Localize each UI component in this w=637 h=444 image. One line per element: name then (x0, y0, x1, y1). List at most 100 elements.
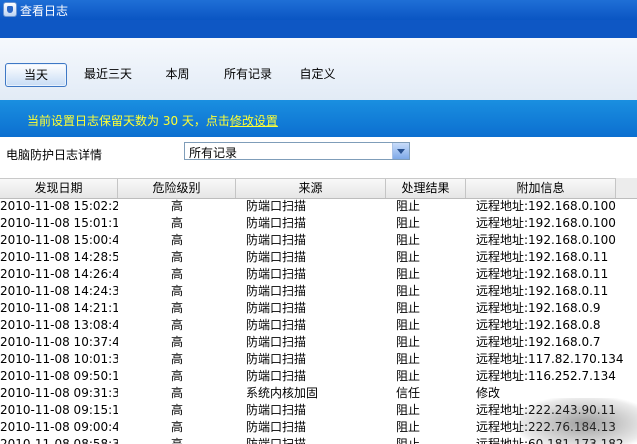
row-info: 远程地址:117.82.170.134 (476, 352, 624, 366)
date-range-toolbar: 当天 最近三天 本周 所有记录 自定义 (0, 38, 637, 101)
row-level: 高 (170, 352, 183, 366)
row-result: 阻止 (396, 233, 421, 247)
row-level: 高 (170, 420, 183, 434)
table-row[interactable]: 2010-11-08 14:26:49 高 防端口扫描 阻止 远程地址:192.168.… (0, 266, 637, 283)
row-info: 远程地址:192.168.0.100 (476, 199, 616, 213)
row-info: 远程地址:116.252.7.134 (476, 369, 616, 383)
row-level: 高 (170, 216, 183, 230)
row-result: 阻止 (396, 284, 421, 298)
row-result: 阻止 (396, 216, 421, 230)
log-filter-value: 所有记录 (189, 146, 238, 160)
log-filter-select[interactable]: 所有记录 (184, 142, 410, 160)
row-level: 高 (170, 335, 183, 349)
row-info: 远程地址:192.168.0.11 (476, 267, 609, 281)
table-row[interactable]: 2010-11-08 14:21:12 高 防端口扫描 阻止 远程地址:192.168.… (0, 300, 637, 317)
row-result: 阻止 (396, 437, 421, 444)
tab-custom[interactable]: 自定义 (295, 63, 340, 85)
column-header-result[interactable]: 处理结果 (386, 179, 466, 198)
row-date: 2010-11-08 15:00:44 (0, 233, 118, 247)
row-date: 2010-11-08 10:37:49 (0, 335, 118, 349)
row-result: 阻止 (396, 420, 421, 434)
row-level: 高 (170, 250, 183, 264)
row-date: 2010-11-08 14:24:31 (0, 284, 118, 298)
row-result: 阻止 (396, 335, 421, 349)
row-level: 高 (170, 267, 183, 281)
title-bar: 查看日志 (0, 0, 637, 20)
row-date: 2010-11-08 13:08:46 (0, 318, 118, 332)
modify-settings-link[interactable]: 修改设置 (230, 114, 278, 128)
row-level: 高 (170, 199, 183, 213)
row-date: 2010-11-08 09:31:37 (0, 386, 118, 400)
row-level: 高 (170, 369, 183, 383)
row-source: 防端口扫描 (246, 250, 307, 264)
header-band (0, 20, 637, 38)
row-date: 2010-11-08 14:28:53 (0, 250, 118, 264)
table-row[interactable]: 2010-11-08 15:00:44 高 防端口扫描 阻止 远程地址:192.168.… (0, 232, 637, 249)
row-result: 阻止 (396, 199, 421, 213)
tab-today[interactable]: 当天 (5, 63, 67, 87)
column-header-info[interactable]: 附加信息 (466, 179, 616, 198)
table-row[interactable]: 2010-11-08 10:37:49 高 防端口扫描 阻止 远程地址:192.168.… (0, 334, 637, 351)
row-info: 远程地址:192.168.0.11 (476, 250, 609, 264)
row-info: 远程地址:192.168.0.100 (476, 216, 616, 230)
table-row[interactable]: 2010-11-08 14:28:53 高 防端口扫描 阻止 远程地址:192.168.… (0, 249, 637, 266)
row-source: 防端口扫描 (246, 199, 307, 213)
watermark (520, 398, 637, 444)
scrollbar-corner (616, 178, 637, 199)
table-row[interactable]: 2010-11-08 14:24:31 高 防端口扫描 阻止 远程地址:192.168.… (0, 283, 637, 300)
row-date: 2010-11-08 10:01:35 (0, 352, 118, 366)
filter-row: 电脑防护日志详情 所有记录 (0, 137, 637, 177)
row-result: 阻止 (396, 369, 421, 383)
row-source: 防端口扫描 (246, 284, 307, 298)
row-info: 远程地址:192.168.0.11 (476, 284, 609, 298)
column-header-level[interactable]: 危险级别 (118, 179, 236, 198)
table-row[interactable]: 2010-11-08 15:02:22 高 防端口扫描 阻止 远程地址:192.168.… (0, 198, 637, 215)
row-result: 信任 (396, 386, 421, 400)
table-row[interactable]: 2010-11-08 09:50:19 高 防端口扫描 阻止 远程地址:116.252.… (0, 368, 637, 385)
row-date: 2010-11-08 14:21:12 (0, 301, 118, 315)
row-source: 防端口扫描 (246, 352, 307, 366)
retention-text: 当前设置日志保留天数为 30 天，点击 (27, 114, 230, 128)
row-date: 2010-11-08 09:50:19 (0, 369, 118, 383)
tab-last-three-days[interactable]: 最近三天 (78, 63, 138, 85)
row-info: 远程地址:192.168.0.9 (476, 301, 601, 315)
window-title: 查看日志 (20, 4, 69, 18)
row-date: 2010-11-08 08:58:36 (0, 437, 118, 444)
column-header-source[interactable]: 来源 (236, 179, 386, 198)
tab-all-records[interactable]: 所有记录 (218, 63, 278, 85)
row-source: 防端口扫描 (246, 437, 307, 444)
tab-this-week[interactable]: 本周 (155, 63, 200, 85)
row-date: 2010-11-08 14:26:49 (0, 267, 118, 281)
row-source: 防端口扫描 (246, 216, 307, 230)
row-date: 2010-11-08 15:02:22 (0, 199, 118, 213)
row-level: 高 (170, 437, 183, 444)
row-level: 高 (170, 318, 183, 332)
shield-icon (3, 2, 17, 17)
row-level: 高 (170, 301, 183, 315)
row-info: 远程地址:192.168.0.7 (476, 335, 601, 349)
row-result: 阻止 (396, 267, 421, 281)
row-source: 防端口扫描 (246, 335, 307, 349)
row-date: 2010-11-08 09:00:47 (0, 420, 118, 434)
row-level: 高 (170, 386, 183, 400)
retention-info-bar: 当前设置日志保留天数为 30 天，点击修改设置 (0, 100, 637, 137)
row-date: 2010-11-08 09:15:18 (0, 403, 118, 417)
row-source: 防端口扫描 (246, 301, 307, 315)
filter-label: 电脑防护日志详情 (6, 148, 103, 162)
row-date: 2010-11-08 15:01:10 (0, 216, 118, 230)
row-level: 高 (170, 284, 183, 298)
log-table-header: 发现日期 危险级别 来源 处理结果 附加信息 (0, 178, 637, 199)
table-row[interactable]: 2010-11-08 15:01:10 高 防端口扫描 阻止 远程地址:192.168.… (0, 215, 637, 232)
row-result: 阻止 (396, 318, 421, 332)
column-header-date[interactable]: 发现日期 (0, 179, 118, 198)
row-source: 系统内核加固 (246, 386, 319, 400)
row-result: 阻止 (396, 250, 421, 264)
table-row[interactable]: 2010-11-08 13:08:46 高 防端口扫描 阻止 远程地址:192.168.… (0, 317, 637, 334)
chevron-down-icon[interactable] (392, 143, 409, 159)
row-level: 高 (170, 403, 183, 417)
row-result: 阻止 (396, 301, 421, 315)
table-row[interactable]: 2010-11-08 10:01:35 高 防端口扫描 阻止 远程地址:117.82.1… (0, 351, 637, 368)
row-level: 高 (170, 233, 183, 247)
row-source: 防端口扫描 (246, 420, 307, 434)
row-source: 防端口扫描 (246, 318, 307, 332)
